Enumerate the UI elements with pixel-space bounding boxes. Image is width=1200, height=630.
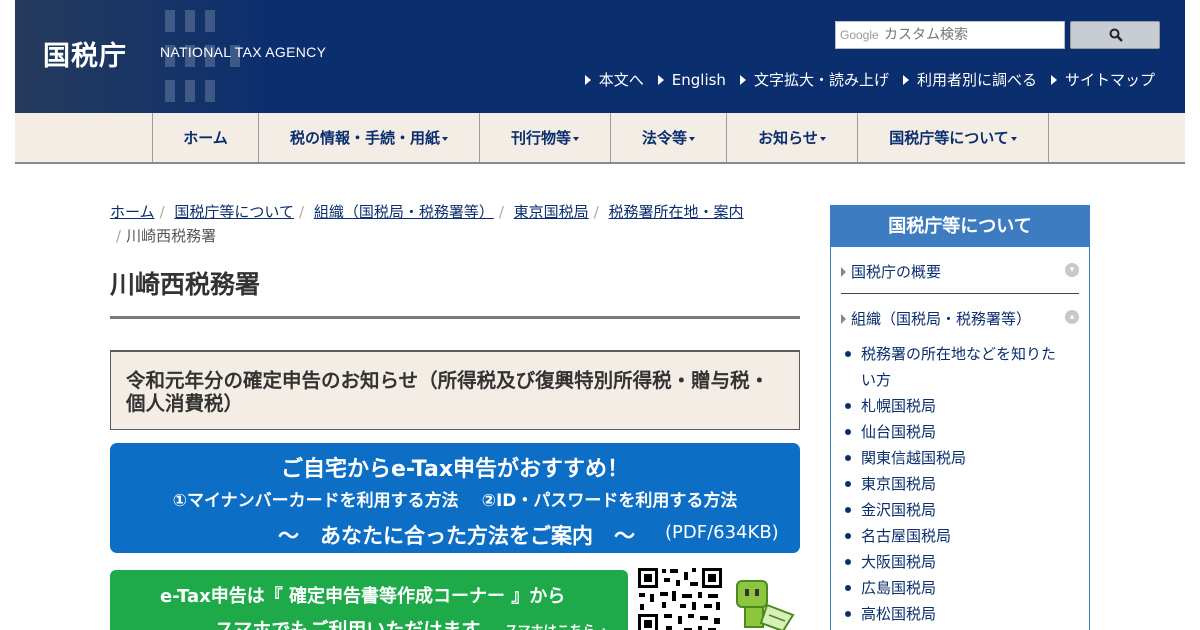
sidebar-sublist: 税務署の所在地などを知りたい方 札幌国税局 仙台国税局 関東信越国税局 東京国税… [845,341,1061,627]
utility-nav: 本文へ English 文字拡大・読み上げ 利用者別に調べる サイトマップ [584,69,1155,90]
sidebar-item-organization[interactable]: 組織（国税局・税務署等） ▴ [841,308,1079,329]
breadcrumb-link-home[interactable]: ホーム [110,203,155,221]
global-nav: ホーム 税の情報・手続・用紙 刊行物等 法令等 お知らせ 国税庁等について [15,113,1185,164]
sidebar-subitem-takamatsu[interactable]: 高松国税局 [845,601,1061,627]
util-link-by-user[interactable]: 利用者別に調べる [902,69,1037,90]
site-header: 国税庁 NATIONAL TAX AGENCY Google 本文へ Engli… [15,0,1185,113]
sidebar-title: 国税庁等について [831,206,1089,247]
arrow-right-icon [657,74,664,85]
nav-home[interactable]: ホーム [153,113,259,162]
sidebar-subitem-kanazawa[interactable]: 金沢国税局 [845,497,1061,523]
caret-down-icon [819,136,826,141]
google-brand-label: Google [840,28,879,42]
util-link-english[interactable]: English [657,69,726,90]
caret-down-icon [573,136,579,141]
site-logo-english[interactable]: NATIONAL TAX AGENCY [160,44,326,60]
breadcrumb-link-tokyo-bureau[interactable]: 東京国税局 [514,203,589,221]
filing-corner-banner[interactable]: e-Tax申告は『 確定申告書等作成コーナー 』から スマホでもご利用いただけま… [110,570,628,630]
caret-down-icon [689,136,695,141]
arrow-right-icon [584,74,591,85]
breadcrumb-current: 川崎西税務署 [126,227,217,245]
arrow-right-icon [1050,74,1057,85]
arrow-right-icon [902,74,909,85]
util-link-skip-to-content[interactable]: 本文へ [584,69,644,90]
sidebar-item-overview[interactable]: 国税庁の概要 ▾ [841,261,1079,282]
etax-banner-guide: ～ あなたに合った方法をご案内 ～ [278,524,635,548]
sidebar-subitem-nagoya[interactable]: 名古屋国税局 [845,523,1061,549]
breadcrumb-link-office-locations[interactable]: 税務署所在地・案内 [609,203,744,221]
search-input[interactable] [884,23,1059,47]
sidebar-subitem-tokyo[interactable]: 東京国税局 [845,471,1061,497]
page-title: 川崎西税務署 [110,270,261,299]
breadcrumb-link-organization[interactable]: 組織（国税局・税務署等） [314,203,494,221]
sidebar-subitem-hiroshima[interactable]: 広島国税局 [845,575,1061,601]
nav-news[interactable]: お知らせ [727,113,858,162]
title-divider [110,316,800,319]
site-logo[interactable]: 国税庁 [43,34,127,73]
qr-code-icon [636,566,724,630]
sidebar-subitem-sendai[interactable]: 仙台国税局 [845,419,1061,445]
sidebar-subitem-sapporo[interactable]: 札幌国税局 [845,393,1061,419]
search-box: Google [835,21,1065,49]
nav-publications[interactable]: 刊行物等 [480,113,611,162]
sidebar-subitem-find-office[interactable]: 税務署の所在地などを知りたい方 [845,341,1061,393]
search-button[interactable] [1070,21,1160,49]
filing-corner-smartphone-link: スマホはこちら→ [505,620,607,630]
sidebar: 国税庁等について 国税庁の概要 ▾ 組織（国税局・税務署等） ▴ 税務署の所在地… [830,205,1090,630]
collapse-up-icon[interactable]: ▴ [1065,310,1079,324]
util-link-text-size-readaloud[interactable]: 文字拡大・読み上げ [739,69,889,90]
breadcrumb: ホーム / 国税庁等について / 組織（国税局・税務署等） / 東京国税局 / 税務署所… [110,203,744,245]
sidebar-divider [841,293,1079,294]
nav-about[interactable]: 国税庁等について [858,113,1049,162]
breadcrumb-link-about[interactable]: 国税庁等について [174,203,294,221]
nav-tax-info[interactable]: 税の情報・手続・用紙 [259,113,480,162]
arrow-right-icon [841,267,846,277]
caret-down-icon [442,136,448,141]
etax-guide-banner[interactable]: ご自宅からe-Tax申告がおすすめ！ ①マイナンバーカードを利用する方法 ②ID… [110,443,800,553]
etax-banner-file-info: (PDF/634KB) [665,522,779,543]
filing-corner-headline: e-Tax申告は『 確定申告書等作成コーナー 』から [160,586,566,607]
sidebar-subitem-kanto-shinetsu[interactable]: 関東信越国税局 [845,445,1061,471]
sidebar-subitem-osaka[interactable]: 大阪国税局 [845,549,1061,575]
util-link-sitemap[interactable]: サイトマップ [1050,69,1155,90]
filing-corner-smartphone: スマホでもご利用いただけます [215,619,481,630]
search-icon [1109,28,1123,42]
arrow-right-icon [841,314,846,324]
arrow-right-icon [739,74,746,85]
notice-title: 令和元年分の確定申告のお知らせ（所得税及び復興特別所得税・贈与税・個人消費税） [126,369,770,415]
notice-box: 令和元年分の確定申告のお知らせ（所得税及び復興特別所得税・贈与税・個人消費税） [110,350,800,430]
etax-banner-methods: ①マイナンバーカードを利用する方法 ②ID・パスワードを利用する方法 [172,491,738,511]
expand-down-icon[interactable]: ▾ [1065,263,1079,277]
etax-banner-headline: ご自宅からe-Tax申告がおすすめ！ [280,457,630,482]
caret-down-icon [1010,136,1017,141]
etax-mascot-icon [736,580,795,630]
nav-laws[interactable]: 法令等 [611,113,727,162]
